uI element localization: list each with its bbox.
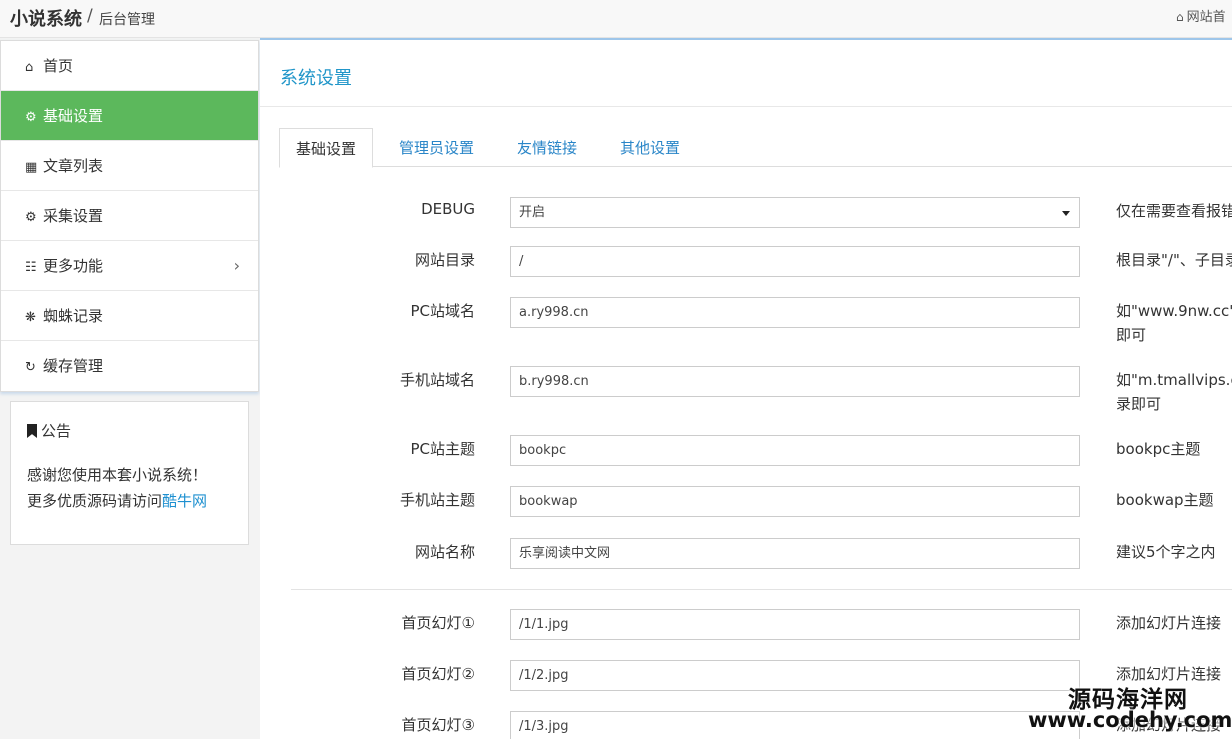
sidebar-item-article-list[interactable]: ▦ 文章列表 (1, 141, 258, 191)
sidebar-item-label: 更多功能 (43, 257, 104, 275)
gears-icon: ⚙ (25, 210, 37, 225)
sidebar-item-cache-management[interactable]: ↻ 缓存管理 (1, 341, 258, 391)
sidebar-menu: ⌂ 首页 ⚙ 基础设置 ▦ 文章列表 ⚙ 采集设置 ☷ 更多功能 › ❋ 蜘蛛记录 ↻ 缓存管… (0, 40, 259, 392)
site-dir-input[interactable]: / (510, 246, 1080, 277)
sitemap-icon: ☷ (25, 260, 37, 275)
slide-3-input[interactable]: /1/3.jpg (510, 711, 1080, 739)
retweet-icon: ↻ (25, 360, 36, 375)
tab-admin-settings[interactable]: 管理员设置 (399, 128, 474, 167)
chevron-right-icon: › (233, 256, 240, 275)
sidebar-item-label: 缓存管理 (43, 357, 104, 375)
settings-tabs: 基础设置 管理员设置 友情链接 其他设置 (279, 128, 1232, 168)
tab-other-settings[interactable]: 其他设置 (620, 128, 680, 167)
debug-help: 仅在需要查看报错 (1116, 202, 1232, 220)
site-dir-label: 网站目录 (414, 251, 475, 269)
kuniu-link[interactable]: 酷牛网 (162, 492, 207, 510)
sidebar-item-label: 蜘蛛记录 (43, 307, 104, 325)
pc-theme-help: bookpc主题 (1116, 440, 1201, 458)
home-icon: ⌂ (1176, 10, 1184, 24)
tab-friend-links[interactable]: 友情链接 (517, 128, 577, 167)
table-icon: ▦ (25, 160, 38, 175)
gear-icon: ⚙ (25, 110, 37, 125)
sidebar-item-home[interactable]: ⌂ 首页 (1, 41, 258, 91)
watermark-url: www.codehy.com (1028, 708, 1232, 732)
pc-theme-label: PC站主题 (410, 440, 475, 458)
home-icon: ⌂ (25, 60, 34, 75)
pc-domain-label: PC站域名 (410, 302, 475, 320)
debug-select-value: 开启 (519, 205, 546, 220)
pc-domain-help-line1: 如"www.9nw.cc" (1116, 302, 1232, 320)
mobile-domain-help-line2: 录即可 (1116, 395, 1162, 413)
sidebar-item-label: 首页 (43, 57, 74, 75)
mobile-domain-input[interactable]: b.ry998.cn (510, 366, 1080, 397)
notice-line-2-text: 更多优质源码请访问 (27, 492, 163, 510)
debug-select[interactable]: 开启 (510, 197, 1080, 228)
slide-1-label: 首页幻灯① (401, 614, 475, 632)
sidebar: ⌂ 首页 ⚙ 基础设置 ▦ 文章列表 ⚙ 采集设置 ☷ 更多功能 › ❋ 蜘蛛记录 ↻ 缓存管… (0, 38, 259, 739)
sidebar-item-spider-log[interactable]: ❋ 蜘蛛记录 (1, 291, 258, 341)
page-title: 系统设置 (280, 68, 352, 89)
caret-down-icon (1062, 211, 1070, 216)
slide-1-input[interactable]: /1/1.jpg (510, 609, 1080, 640)
form-divider (291, 589, 1232, 590)
sidebar-item-label: 采集设置 (43, 207, 104, 225)
site-name-label: 网站名称 (414, 543, 475, 561)
main-panel: 系统设置 基础设置 管理员设置 友情链接 其他设置 DEBUG 开启 仅在需要查… (260, 38, 1232, 739)
site-dir-help: 根目录"/"、子目录 (1116, 251, 1232, 269)
sidebar-item-label: 文章列表 (43, 157, 104, 175)
sidebar-item-basic-settings[interactable]: ⚙ 基础设置 (1, 91, 258, 141)
mobile-theme-label: 手机站主题 (399, 491, 475, 509)
slide-2-input[interactable]: /1/2.jpg (510, 660, 1080, 691)
brand-title[interactable]: 小说系统 (10, 5, 82, 31)
notice-title-text: 公告 (41, 422, 72, 440)
debug-label: DEBUG (421, 200, 475, 218)
notice-title: 公告 (27, 420, 71, 441)
mobile-domain-label: 手机站域名 (399, 371, 475, 389)
brand-separator: / (87, 6, 93, 26)
site-home-link[interactable]: ⌂ 网站首 (1176, 6, 1226, 25)
notice-line-2: 更多优质源码请访问酷牛网 (27, 490, 207, 511)
top-navbar: 小说系统 / 后台管理 ⌂ 网站首 (0, 0, 1232, 38)
site-home-label: 网站首 (1186, 10, 1226, 25)
tab-basic-settings[interactable]: 基础设置 (279, 128, 374, 168)
brand-subtitle: 后台管理 (99, 12, 155, 28)
mobile-domain-help: 如"m.tmallvips.co 录即可 (1116, 368, 1232, 416)
bookmark-icon (27, 424, 37, 438)
notice-panel: 公告 感谢您使用本套小说系统！ 更多优质源码请访问酷牛网 (10, 401, 249, 545)
slide-3-label: 首页幻灯③ (401, 716, 475, 734)
notice-line-1: 感谢您使用本套小说系统！ (27, 466, 208, 484)
panel-divider (260, 106, 1232, 107)
site-name-input[interactable]: 乐享阅读中文网 (510, 538, 1080, 569)
sidebar-item-label: 基础设置 (43, 107, 104, 125)
pc-domain-help-line2: 即可 (1116, 326, 1147, 344)
mobile-domain-help-line1: 如"m.tmallvips.co (1116, 371, 1232, 389)
pc-domain-help: 如"www.9nw.cc" 即可 (1116, 299, 1232, 347)
mobile-theme-input[interactable]: bookwap (510, 486, 1080, 517)
sidebar-item-more-features[interactable]: ☷ 更多功能 › (1, 241, 258, 291)
slide-1-help: 添加幻灯片连接 (1116, 614, 1222, 632)
site-name-help: 建议5个字之内 (1116, 543, 1216, 561)
sidebar-item-collect-settings[interactable]: ⚙ 采集设置 (1, 191, 258, 241)
pc-domain-input[interactable]: a.ry998.cn (510, 297, 1080, 328)
mobile-theme-help: bookwap主题 (1116, 491, 1214, 509)
bug-icon: ❋ (25, 310, 36, 325)
pc-theme-input[interactable]: bookpc (510, 435, 1080, 466)
slide-2-label: 首页幻灯② (401, 665, 475, 683)
